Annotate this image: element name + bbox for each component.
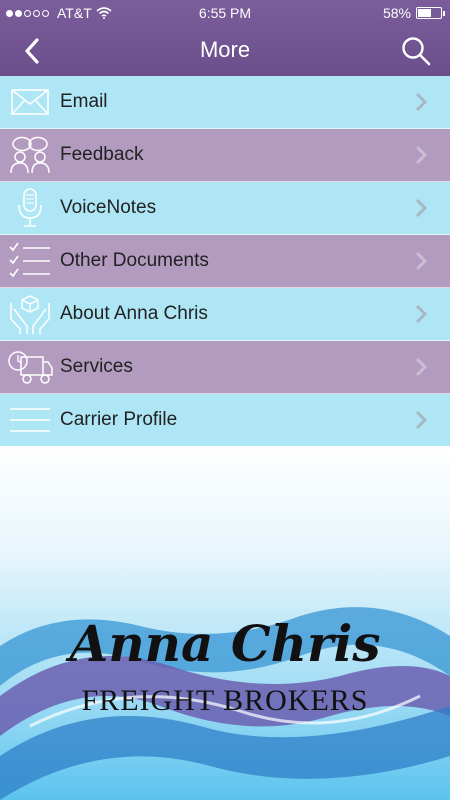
status-bar: AT&T 6:55 PM 58% [0,0,450,26]
delivery-truck-icon [0,341,60,394]
top-bar: AT&T 6:55 PM 58% More [0,0,450,76]
battery-icon [416,7,445,19]
chevron-right-icon [415,251,428,271]
chevron-right-icon [415,198,428,218]
lines-icon [0,394,60,447]
menu-item-about[interactable]: About Anna Chris [0,288,450,341]
menu-item-feedback[interactable]: Feedback [0,129,450,182]
chevron-right-icon [415,304,428,324]
menu-item-label: About Anna Chris [60,303,208,324]
menu-item-label: Email [60,91,108,112]
envelope-icon [0,76,60,129]
menu-item-label: Other Documents [60,250,209,271]
menu-list: Email Feedback VoiceNotes Other Document… [0,76,450,447]
battery-area: 58% [382,5,445,21]
brand-area: Anna Chris FREIGHT BROKERS [0,446,450,800]
menu-item-carrier-profile[interactable]: Carrier Profile [0,394,450,447]
search-icon[interactable] [400,35,432,67]
menu-item-email[interactable]: Email [0,76,450,129]
menu-item-label: Services [60,356,133,377]
menu-item-services[interactable]: Services [0,341,450,394]
microphone-icon [0,182,60,235]
menu-item-label: Carrier Profile [60,409,178,430]
chevron-right-icon [415,145,428,165]
menu-item-other-documents[interactable]: Other Documents [0,235,450,288]
chevron-right-icon [415,92,428,112]
chevron-right-icon [415,410,428,430]
people-chat-icon [0,129,60,182]
brand-subtitle: FREIGHT BROKERS [81,684,369,717]
menu-item-label: VoiceNotes [60,197,157,218]
navigation-bar: More [0,26,450,76]
page-title: More [199,37,251,62]
checklist-icon [0,235,60,288]
menu-item-label: Feedback [60,144,144,165]
chevron-right-icon [415,357,428,377]
brand-script-logo: Anna Chris [69,614,381,673]
battery-percent: 58% [382,5,411,21]
menu-item-voicenotes[interactable]: VoiceNotes [0,182,450,235]
hands-box-icon [0,288,60,341]
